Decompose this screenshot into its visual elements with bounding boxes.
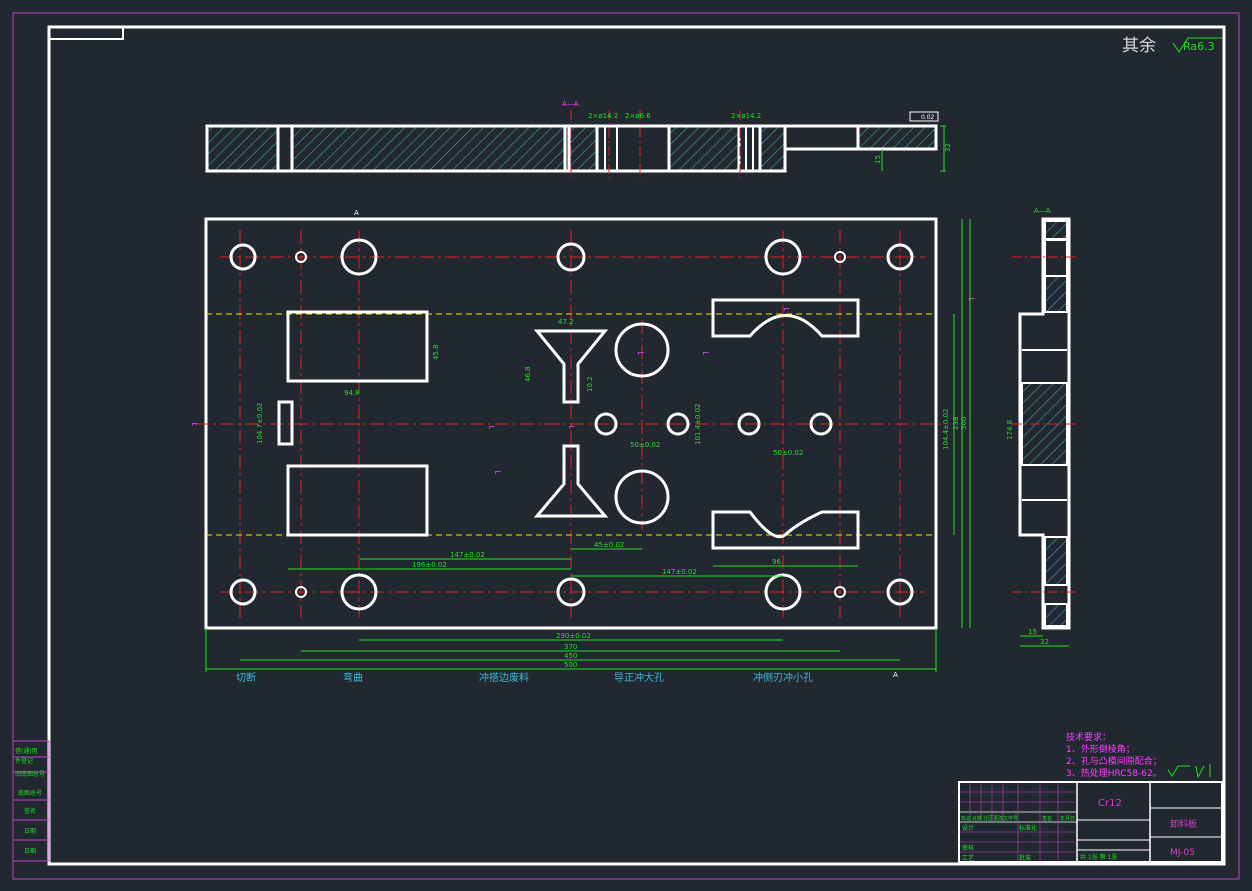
part-name: 卸料板 [1170,818,1197,830]
header-3: 更改文件号 [993,815,1018,822]
dim-vdim1: 104.7±0.02 [256,403,264,445]
roughness-symbol-icon [1167,765,1190,777]
section-mark-a2: A [893,671,898,679]
surface-finish-ra: Ra6.3 [1183,40,1215,53]
left-strip: 借(通)用 件登记 旧底图总号 底图总号 签名 日期 日期 [12,740,50,862]
bracket-icon [1195,764,1211,779]
station-label-2: 冲搭边废料 [479,671,529,684]
station-label-3: 导正冲大孔 [614,671,664,684]
side-dim-1: 174.8 [1006,420,1014,440]
dim-450: 450 [564,652,577,660]
cad-drawing-sheet: 借(通)用 件登记 旧底图总号 底图总号 签名 日期 日期 其余 Ra6.3 2… [12,12,1240,880]
title-block: 标记 处数 分区 更改文件号 签名 年月日 设计 审核 工艺 标准化 批准 Cr… [958,781,1223,863]
header-0: 标记 [961,815,971,822]
role2-0: 标准化 [1019,824,1037,832]
side-section-mark: A—A [1034,207,1051,215]
marker-icon: ⌐ [783,305,791,315]
left-strip-1: 件登记 [15,757,33,765]
dim-196: 196±0.02 [412,561,447,569]
marker-icon: ⌐ [191,420,199,430]
dim-45: 45±0.02 [594,541,624,549]
left-strip-5: 日期 [24,827,36,835]
sheet-count: 共 1张 第 1张 [1080,853,1117,861]
marker-icon: ⌐ [968,295,976,305]
header-5: 年月日 [1060,815,1075,822]
marker-icon: ⌐ [637,349,645,359]
bending-window [286,464,429,537]
top-dim-step: 15 [874,155,882,164]
station-label-4: 冲侧刃冲小孔 [753,671,813,684]
role-2: 工艺 [962,854,974,862]
cutoff-slot [277,400,294,446]
section-mark-a1: A [354,209,359,217]
dim-rect-h: 45.8 [432,344,440,360]
dim-vdim3: 104.4±0.02 [942,409,950,451]
top-dim-d2: 2×ø6.6 [625,112,651,120]
role-0: 设计 [962,824,974,832]
dim-vdim2: 101.4±0.02 [694,404,702,446]
tech-item-2: 3、热处理HRC58-62。 [1066,767,1162,779]
bending-window [286,310,429,383]
dim-147a: 147±0.02 [450,551,485,559]
dim-hole-pitch1: 50±0.02 [630,441,660,449]
marker-icon: ⌐ [568,423,576,433]
dim-500: 500 [564,661,577,669]
station-label-0: 切断 [236,671,256,684]
dim-290: 290±0.02 [556,632,591,640]
left-strip-2: 旧底图总号 [15,770,45,778]
side-dim-2: 15 [1028,628,1037,636]
tech-item-0: 1、外形倒棱角； [1066,743,1135,755]
top-dim-flat: 0.02 [921,114,935,121]
drawing-no: MJ-05 [1170,848,1195,858]
dim-h300: 300 [960,417,968,430]
marker-icon: ⌐ [488,423,496,433]
left-strip-3: 底图总号 [18,789,42,797]
station-label-1: 弯曲 [343,671,363,684]
tech-requirements: 技术要求： 1、外形倒棱角； 2、孔与凸模间隙配合； 3、热处理HRC58-62… [1066,731,1211,779]
section-mark-top: A—A [562,100,579,108]
dim-trap-neck: 10.2 [586,376,594,392]
plan-view: ⌐ ⌐ ⌐ ⌐ ⌐ ⌐ ⌐ ⌐ 94.8 45.8 47.2 46.8 10.2… [191,209,976,679]
side-dim-3: 32 [1040,638,1049,646]
dim-trap-top: 47.2 [558,318,574,326]
dim-h238: 238 [952,417,960,430]
dim-rect-w: 94.8 [344,389,360,397]
marker-icon: ⌐ [702,349,710,359]
material: Cr12 [1098,798,1122,809]
side-blade-lower [711,510,860,550]
role2-1: 批准 [1019,854,1031,862]
top-dim-d1: 2×ø14.2 [588,112,618,120]
top-dim-thick: 32 [944,143,952,152]
dim-96: 96 [772,558,781,566]
left-strip-4: 签名 [24,807,36,815]
dim-147b: 147±0.02 [662,568,697,576]
dim-hole-pitch2: 50±0.02 [773,449,803,457]
corner-tag [48,26,124,40]
side-view: 174.8 15 32 A—A [1006,207,1078,647]
header-4: 签名 [1042,815,1052,822]
header-1: 处数 [972,815,982,822]
tech-title: 技术要求： [1066,731,1111,743]
dim-trap-h: 46.8 [524,366,532,382]
left-strip-0: 借(通)用 [15,747,38,755]
tech-item-1: 2、孔与凸模间隙配合； [1066,755,1162,767]
role-1: 审核 [962,844,974,852]
dim-370: 370 [564,643,577,651]
marker-icon: ⌐ [494,468,502,478]
header-2: 分区 [983,815,993,822]
left-strip-6: 日期 [24,847,36,855]
top-dim-d3: 2×ø14.2 [731,112,761,120]
section-view-top: 2×ø14.2 2×ø6.6 2×ø14.2 0.02 32 15 A—A [205,100,952,178]
surface-finish-label: 其余 [1122,36,1156,56]
